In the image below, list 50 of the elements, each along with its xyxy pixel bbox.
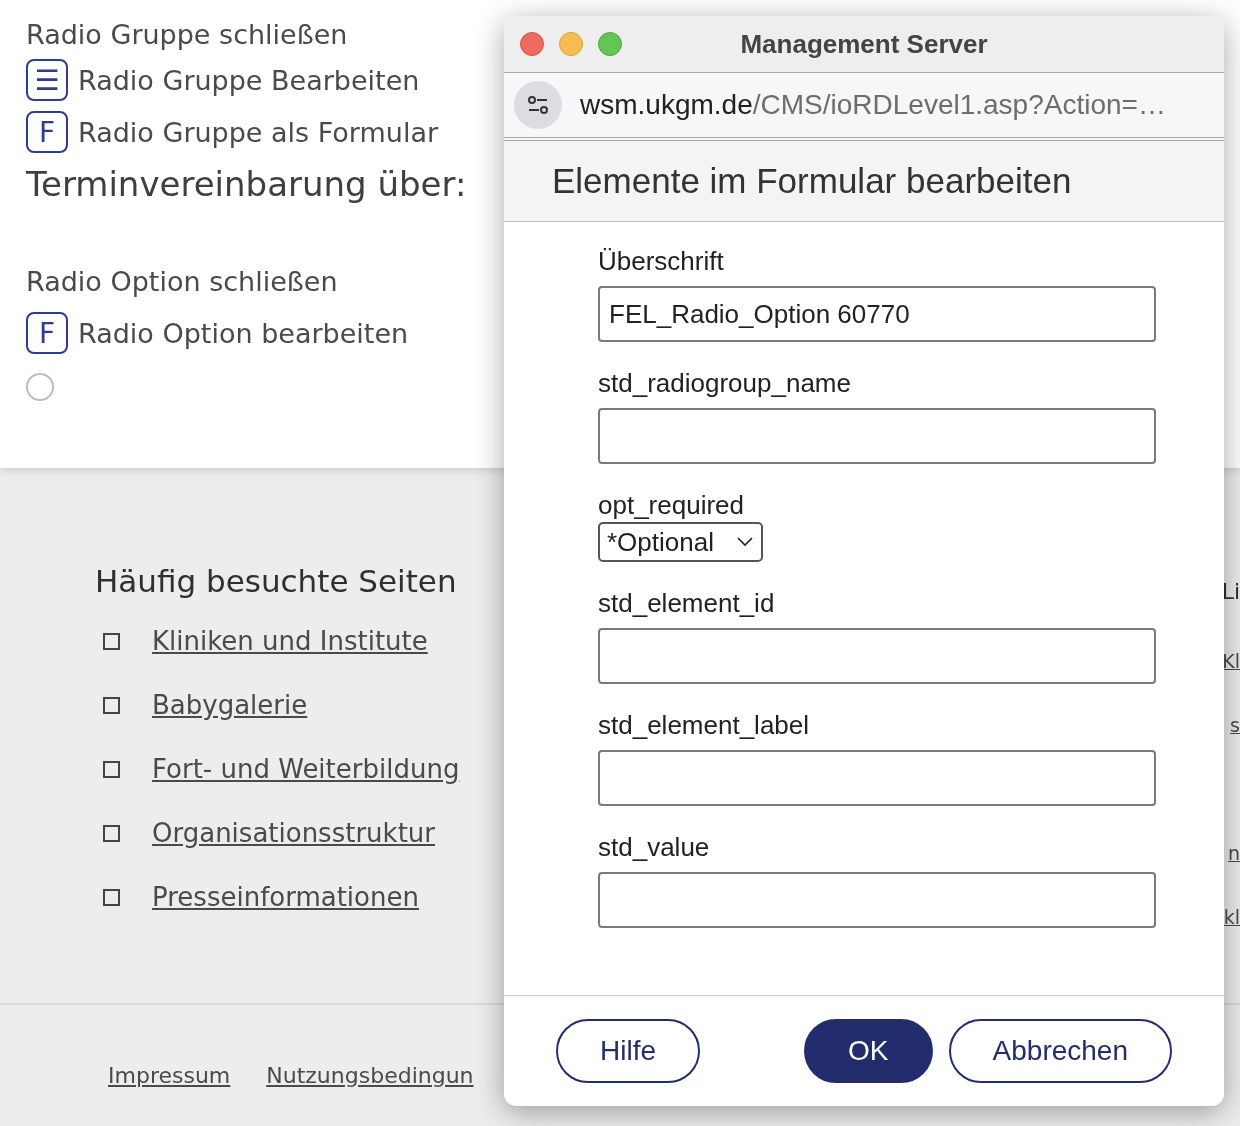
dialog-heading: Elemente im Formular bearbeiten	[552, 161, 1072, 201]
field-label: opt_required	[598, 490, 745, 521]
page-link[interactable]: kl	[1222, 885, 1240, 949]
input-field[interactable]	[598, 408, 1156, 464]
square-bullet-icon	[103, 824, 120, 842]
page-link[interactable]: Organisationsstruktur	[152, 818, 435, 848]
action-label[interactable]: Radio Gruppe als Formular	[78, 116, 439, 148]
field-label: Überschrift	[598, 246, 725, 277]
square-bullet-icon	[103, 888, 120, 906]
section-heading: Terminvereinbarung über:	[26, 164, 467, 204]
input-field[interactable]	[598, 750, 1156, 806]
square-bullet-icon	[103, 696, 120, 714]
page-link[interactable]: Kl	[1222, 629, 1240, 693]
close-button[interactable]	[520, 32, 544, 56]
section-label: Radio Option schließen	[26, 265, 338, 297]
url-text: wsm.ukgm.de/CMS/ioRDLevel1.asp?Action=…	[580, 89, 1166, 121]
dropdown[interactable]: *Optional	[598, 522, 763, 562]
footer-link[interactable]: Impressum	[108, 1063, 231, 1088]
help-button[interactable]: Hilfe	[556, 1019, 700, 1083]
window-title: Management Server	[740, 28, 988, 60]
page-link[interactable]: Presseinformationen	[152, 882, 419, 912]
square-bullet-icon	[103, 760, 120, 778]
input-field[interactable]: FEL_Radio_Option 60770	[598, 286, 1156, 342]
section-heading: Häufig besuchte Seiten	[95, 563, 458, 599]
field-label: std_value	[598, 832, 711, 863]
page-link[interactable]: Babygalerie	[152, 690, 308, 720]
section-label: Radio Gruppe schließen	[26, 18, 348, 50]
cancel-button[interactable]: Abbrechen	[948, 1019, 1172, 1083]
caret-icon	[737, 537, 753, 547]
ok-button[interactable]: OK	[804, 1019, 933, 1083]
page-link[interactable]: Fort- und Weiterbildung	[152, 754, 460, 784]
field-label: std_radiogroup_name	[598, 368, 852, 399]
field-label: std_element_label	[598, 710, 811, 741]
page-link[interactable]: s	[1222, 693, 1240, 757]
section-heading: Li	[1222, 577, 1240, 606]
square-bullet-icon	[103, 632, 120, 650]
sliders-icon[interactable]	[514, 81, 562, 129]
form-button[interactable]: F	[26, 312, 68, 354]
page-link[interactable]: Kliniken und Institute	[152, 626, 428, 656]
action-label[interactable]: Radio Option bearbeiten	[78, 317, 409, 349]
field-label: std_element_id	[598, 588, 776, 619]
page-link[interactable]: n	[1222, 821, 1240, 885]
form-button[interactable]: F	[26, 111, 68, 153]
action-label[interactable]: Radio Gruppe Bearbeiten	[78, 64, 420, 96]
radio-button[interactable]	[26, 373, 54, 401]
input-field[interactable]	[598, 628, 1156, 684]
footer-link[interactable]: Nutzungsbedingun	[266, 1063, 474, 1088]
input-field[interactable]	[598, 872, 1156, 928]
zoom-button[interactable]	[598, 32, 622, 56]
list-edit-button[interactable]: ☰	[26, 59, 68, 101]
